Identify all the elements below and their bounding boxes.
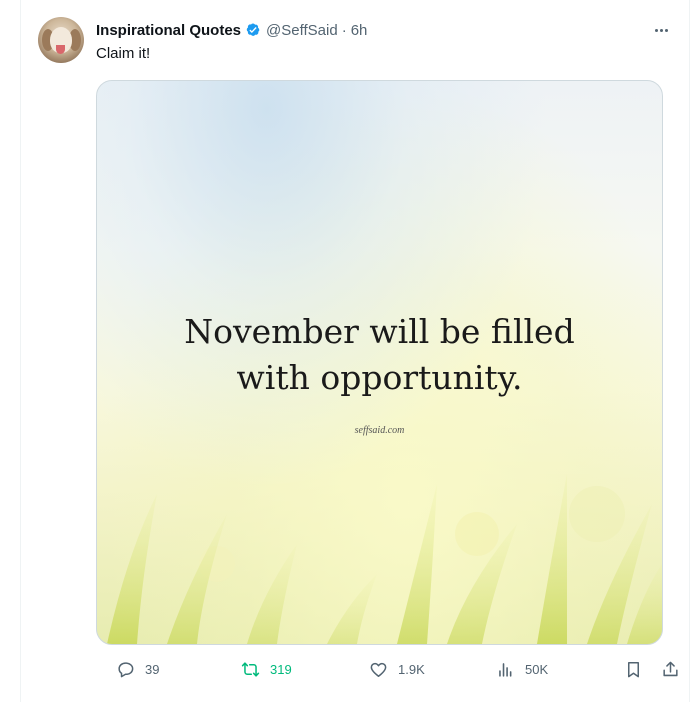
action-bar: 39 319 1.9K 50K — [96, 656, 678, 682]
bookmark-icon — [627, 661, 640, 677]
retweet-count: 319 — [270, 661, 292, 677]
reply-icon — [118, 661, 134, 677]
timestamp[interactable]: 6h — [351, 22, 368, 39]
share-button[interactable] — [661, 656, 680, 682]
separator-dot: · — [341, 21, 347, 39]
share-icon — [663, 661, 678, 676]
tweet-media-image[interactable]: November will be filled with opportunity… — [96, 80, 663, 645]
bookmark-button[interactable] — [624, 656, 643, 682]
avatar[interactable] — [38, 17, 84, 63]
reply-count: 39 — [145, 661, 160, 677]
like-icon — [370, 662, 387, 677]
like-button[interactable]: 1.9K — [369, 656, 425, 682]
views-count: 50K — [525, 661, 549, 677]
views-button[interactable]: 50K — [496, 656, 548, 682]
views-icon — [499, 662, 512, 677]
retweet-button[interactable]: 319 — [241, 656, 292, 682]
author-name[interactable]: Inspirational Quotes — [96, 22, 241, 39]
tweet-header: Inspirational Quotes @SeffSaid · 6h — [96, 20, 367, 40]
watermark: seffsaid.com — [354, 425, 405, 436]
tweet-text: Claim it! — [96, 45, 151, 62]
more-icon[interactable] — [651, 20, 671, 40]
verified-icon[interactable] — [244, 21, 262, 39]
tweet-card[interactable]: Inspirational Quotes @SeffSaid · 6h Clai… — [20, 0, 690, 702]
quote-line-1: November will be filled — [184, 312, 575, 351]
retweet-icon — [241, 661, 260, 677]
author-handle[interactable]: @SeffSaid — [266, 22, 338, 39]
quote-line-2: with opportunity. — [236, 358, 523, 397]
like-count: 1.9K — [398, 661, 425, 677]
avatar-dog-tongue — [56, 45, 65, 54]
quote-text: November will be filled with opportunity… — [97, 309, 662, 401]
reply-button[interactable]: 39 — [116, 656, 159, 682]
grass-decoration — [107, 474, 662, 644]
